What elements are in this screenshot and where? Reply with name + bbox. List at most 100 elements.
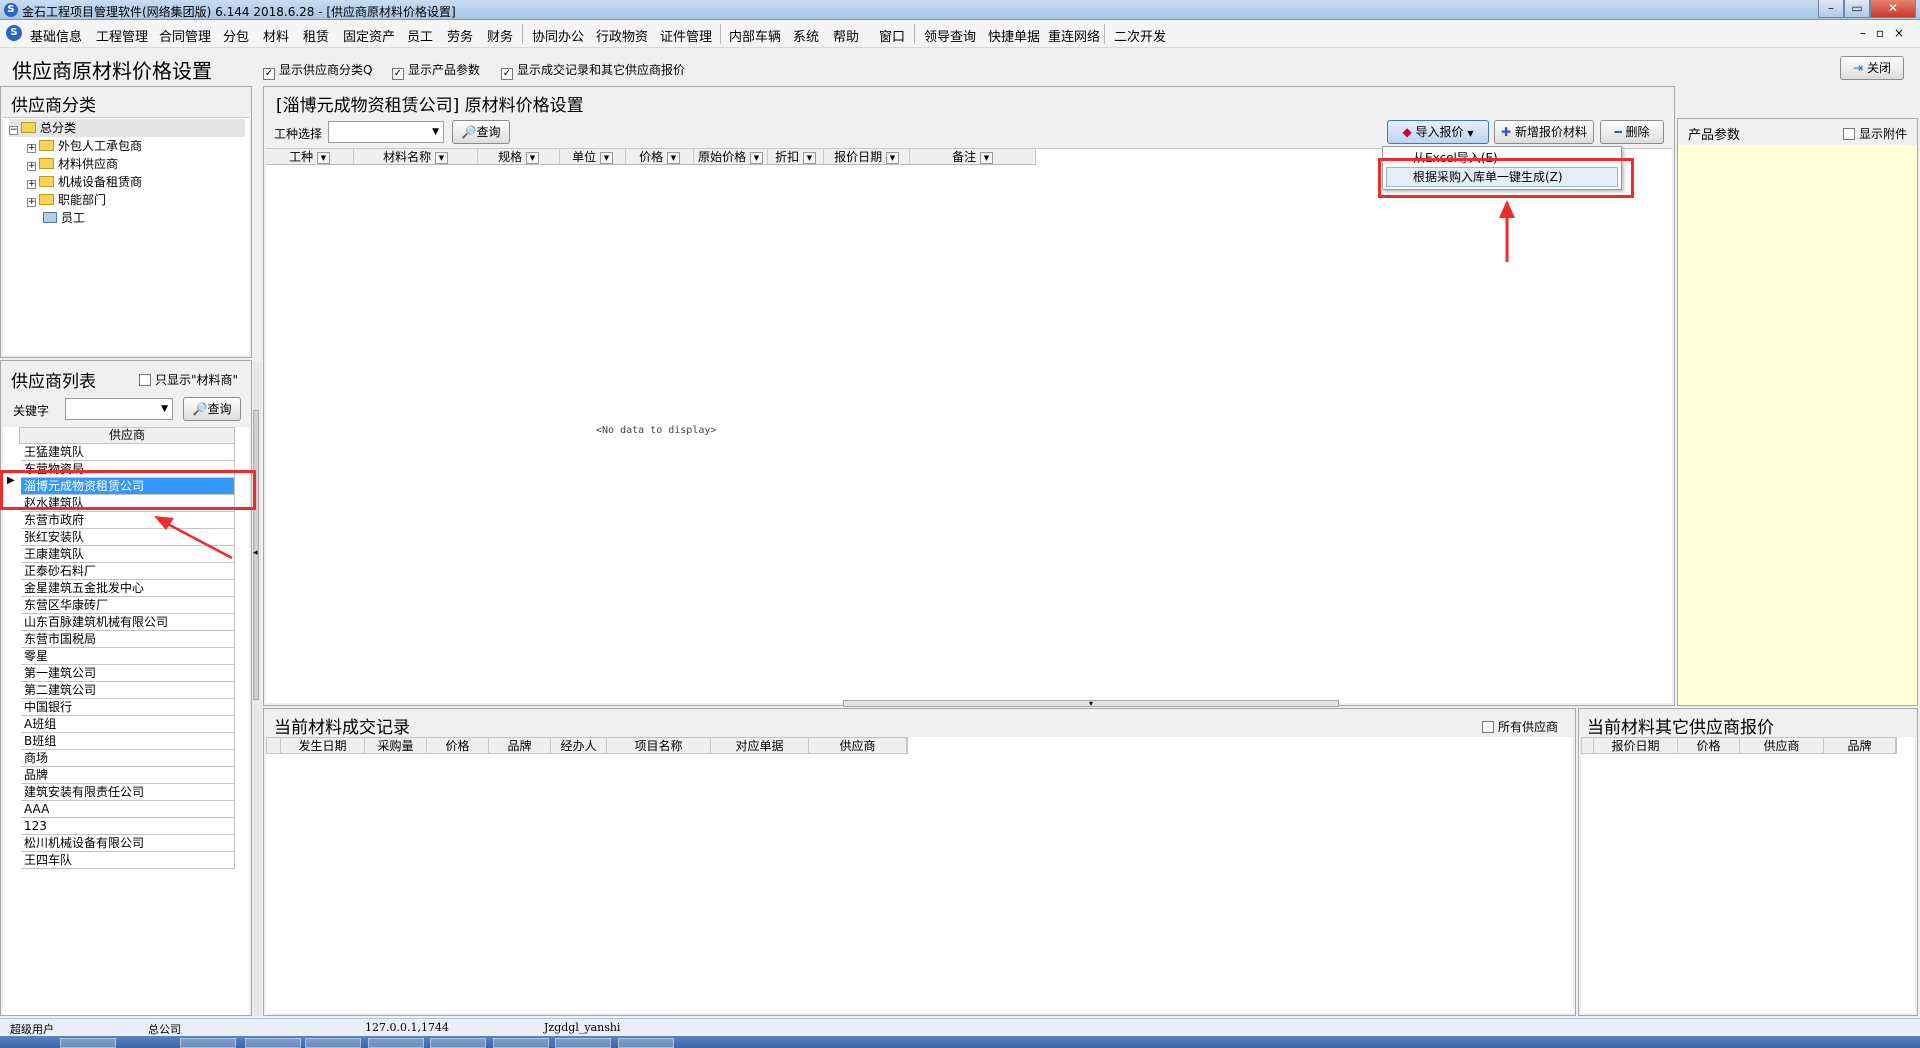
column-header[interactable]: 折扣 ▼: [768, 149, 824, 165]
tree-node-root[interactable]: − 总分类: [9, 119, 245, 137]
checkbox-icon[interactable]: [139, 374, 151, 386]
supplier-row[interactable]: B班组: [21, 733, 235, 750]
keyword-input[interactable]: ▼: [65, 398, 173, 420]
menu-item[interactable]: 窗口: [879, 26, 905, 45]
menu-item[interactable]: 工程管理: [96, 26, 148, 45]
supplier-row[interactable]: 王猛建筑队: [21, 444, 235, 461]
supplier-query-button[interactable]: 🔎查询: [183, 397, 241, 421]
tree-node[interactable]: + 外包人工承包商: [27, 137, 142, 155]
column-header[interactable]: 品牌: [489, 738, 551, 754]
supplier-row[interactable]: 商场: [21, 750, 235, 767]
close-icon[interactable]: ✕: [1870, 0, 1916, 18]
option-show-records[interactable]: ✓ 显示成交记录和其它供应商报价: [501, 61, 685, 80]
menu-item[interactable]: 内部车辆: [729, 26, 781, 45]
menu-item[interactable]: 快捷单据: [988, 26, 1040, 45]
column-header[interactable]: 经办人: [551, 738, 607, 754]
supplier-row[interactable]: 金星建筑五金批发中心: [21, 580, 235, 597]
supplier-row[interactable]: AAA: [21, 801, 235, 818]
column-header[interactable]: 报价日期 ▼: [824, 149, 910, 165]
column-header[interactable]: 材料名称 ▼: [354, 149, 478, 165]
add-material-button[interactable]: ✚ 新增报价材料: [1494, 120, 1594, 144]
taskbar-app-icon[interactable]: [180, 1038, 236, 1048]
supplier-row[interactable]: 品牌: [21, 767, 235, 784]
column-header[interactable]: 对应单据: [711, 738, 809, 754]
column-header[interactable]: 价格 ▼: [626, 149, 694, 165]
mdi-controls[interactable]: –▫×: [1860, 26, 1914, 40]
menu-item[interactable]: 员工: [407, 26, 433, 45]
supplier-row[interactable]: 山东百脉建筑机械有限公司: [21, 614, 235, 631]
supplier-row[interactable]: 正泰砂石料厂: [21, 563, 235, 580]
delete-button[interactable]: ━ 删除: [1600, 120, 1664, 144]
horizontal-splitter[interactable]: ▾: [843, 700, 1339, 708]
column-header[interactable]: 发生日期: [281, 738, 365, 754]
supplier-row[interactable]: 123: [21, 818, 235, 835]
supplier-row[interactable]: 东营市国税局: [21, 631, 235, 648]
menu-item[interactable]: 证件管理: [660, 26, 712, 45]
menu-item[interactable]: 行政物资: [596, 26, 648, 45]
taskbar-app-icon[interactable]: [245, 1038, 301, 1048]
supplier-row[interactable]: 第一建筑公司: [21, 665, 235, 682]
menu-item[interactable]: 领导查询: [924, 26, 976, 45]
column-header[interactable]: 项目名称: [607, 738, 711, 754]
checkbox-icon[interactable]: [1843, 128, 1855, 140]
column-header[interactable]: 规格 ▼: [478, 149, 560, 165]
option-show-category[interactable]: ✓ 显示供应商分类Q: [263, 61, 372, 80]
column-header[interactable]: 单位 ▼: [560, 149, 626, 165]
taskbar-app-icon[interactable]: [305, 1038, 361, 1048]
column-header[interactable]: 工种 ▼: [266, 149, 354, 165]
taskbar-app-icon[interactable]: [60, 1038, 116, 1048]
menu-item[interactable]: 固定资产: [343, 26, 395, 45]
import-quote-button[interactable]: ◆ 导入报价 ▼: [1387, 120, 1489, 144]
column-header[interactable]: 供应商: [1740, 738, 1824, 754]
column-header[interactable]: 备注 ▼: [910, 149, 1036, 165]
checkbox-checked-icon[interactable]: ✓: [392, 68, 404, 80]
supplier-row[interactable]: 建筑安装有限责任公司: [21, 784, 235, 801]
menu-item[interactable]: 帮助: [833, 26, 859, 45]
column-header[interactable]: 供应商: [809, 738, 907, 754]
menu-item[interactable]: 财务: [487, 26, 513, 45]
menu-item[interactable]: 系统: [793, 26, 819, 45]
column-header[interactable]: 价格: [1678, 738, 1740, 754]
taskbar-app-icon[interactable]: [493, 1038, 549, 1048]
menu-item[interactable]: 分包: [223, 26, 249, 45]
column-header[interactable]: 报价日期: [1594, 738, 1678, 754]
show-attachment-option[interactable]: 显示附件: [1843, 125, 1907, 142]
tree-node[interactable]: + 材料供应商: [27, 155, 118, 173]
main-query-button[interactable]: 🔎查询: [452, 120, 510, 144]
column-header[interactable]: 原始价格 ▼: [694, 149, 768, 165]
supplier-row[interactable]: 东营区华康砖厂: [21, 597, 235, 614]
menu-item[interactable]: 基础信息: [30, 26, 82, 45]
supplier-row[interactable]: 零星: [21, 648, 235, 665]
minimize-icon[interactable]: –: [1818, 0, 1844, 18]
option-show-params[interactable]: ✓ 显示产品参数: [392, 61, 480, 80]
tree-node[interactable]: 员工: [43, 209, 85, 227]
checkbox-icon[interactable]: [1482, 721, 1494, 733]
supplier-row[interactable]: 松川机械设备有限公司: [21, 835, 235, 852]
menu-item[interactable]: 协同办公: [532, 26, 584, 45]
taskbar-app-icon[interactable]: [555, 1038, 611, 1048]
taskbar-app-icon[interactable]: [368, 1038, 424, 1048]
supplier-row[interactable]: 中国银行: [21, 699, 235, 716]
column-header[interactable]: 品牌: [1824, 738, 1896, 754]
checkbox-checked-icon[interactable]: ✓: [501, 68, 513, 80]
menu-item[interactable]: 租赁: [303, 26, 329, 45]
supplier-row[interactable]: A班组: [21, 716, 235, 733]
all-suppliers-option[interactable]: 所有供应商: [1482, 718, 1558, 735]
menu-item[interactable]: 重连网络: [1048, 26, 1100, 45]
only-material-option[interactable]: 只显示"材料商": [139, 371, 238, 388]
taskbar-app-icon[interactable]: [618, 1038, 674, 1048]
maximize-icon[interactable]: ▭: [1844, 0, 1870, 18]
work-type-select[interactable]: ▼: [328, 121, 444, 143]
taskbar-app-icon[interactable]: [430, 1038, 486, 1048]
close-button[interactable]: ⇥ 关闭: [1840, 56, 1904, 80]
checkbox-checked-icon[interactable]: ✓: [263, 68, 275, 80]
menu-item[interactable]: 劳务: [447, 26, 473, 45]
tree-node[interactable]: + 职能部门: [27, 191, 106, 209]
column-header[interactable]: 采购量: [365, 738, 427, 754]
supplier-row[interactable]: 王四车队: [21, 852, 235, 869]
column-header[interactable]: 价格: [427, 738, 489, 754]
supplier-column-header[interactable]: 供应商: [19, 427, 235, 444]
supplier-row[interactable]: 第二建筑公司: [21, 682, 235, 699]
menu-item[interactable]: 合同管理: [159, 26, 211, 45]
tree-node[interactable]: + 机械设备租赁商: [27, 173, 142, 191]
